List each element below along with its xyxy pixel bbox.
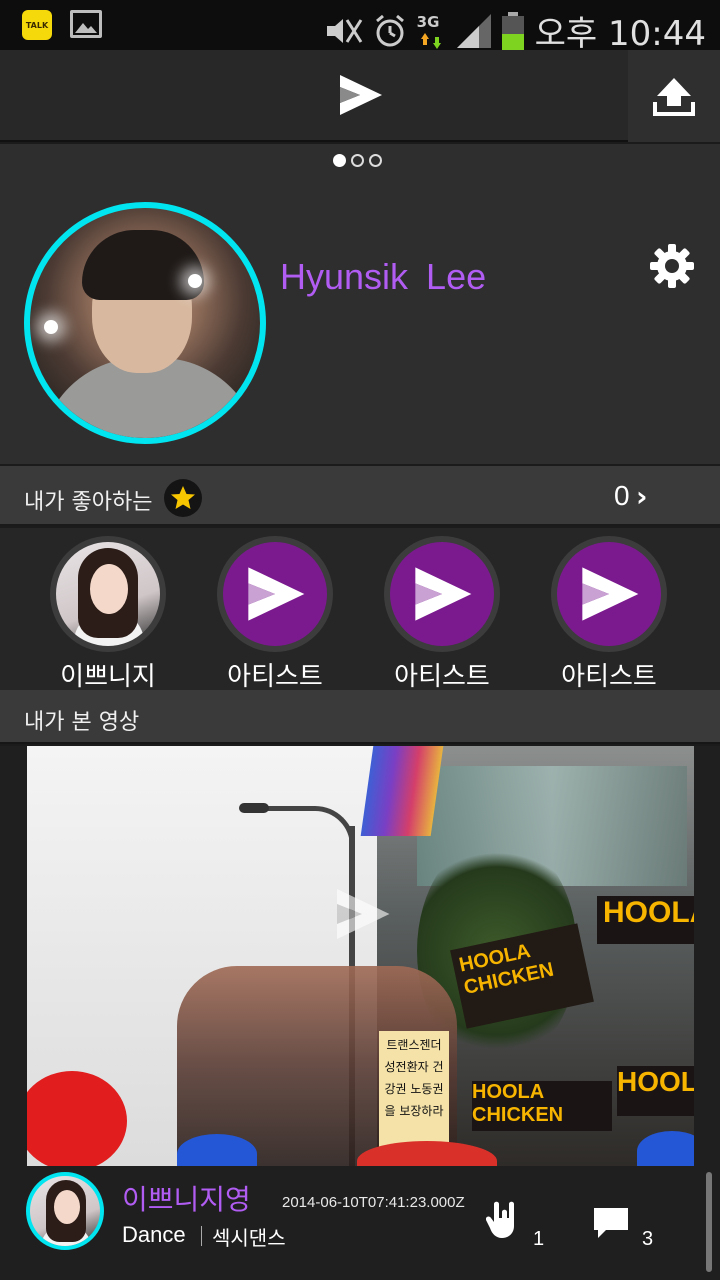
divider xyxy=(201,1226,202,1246)
favorite-item[interactable]: 이쁘니지 xyxy=(48,536,168,693)
thumb-sign: HOOLA xyxy=(617,1066,694,1116)
favorite-label: 아티스트 xyxy=(227,662,323,692)
artist-logo-icon xyxy=(390,542,494,646)
page-dot xyxy=(369,154,382,167)
network-type-icon: 3G xyxy=(417,11,447,51)
favorites-count: 0 xyxy=(614,480,630,511)
app-bar xyxy=(0,50,720,142)
profile-name: Hyunsik Lee xyxy=(280,256,487,297)
uploader-avatar[interactable] xyxy=(26,1172,104,1250)
gallery-icon xyxy=(70,10,102,38)
settings-button[interactable] xyxy=(648,242,696,294)
favorite-item[interactable]: 아티스트 xyxy=(215,536,335,693)
thumb-sign: HOOLA CHICKEN xyxy=(472,1081,612,1131)
comment-button[interactable] xyxy=(592,1206,630,1244)
like-count: 1 xyxy=(533,1228,545,1250)
upload-icon xyxy=(653,78,695,116)
uploader-name[interactable]: 이쁘니지영 xyxy=(122,1178,251,1218)
artist-logo-icon xyxy=(557,542,661,646)
favorite-avatar xyxy=(56,542,160,646)
play-logo-icon[interactable] xyxy=(336,73,384,121)
page-dot xyxy=(351,154,364,167)
comment-count: 3 xyxy=(642,1228,654,1250)
favorite-item[interactable]: 아티스트 xyxy=(382,536,502,693)
page-indicator xyxy=(333,154,382,167)
clock: 오후 10:44 xyxy=(534,14,706,54)
favorite-label: 이쁘니지 xyxy=(60,662,156,692)
scrollbar[interactable] xyxy=(706,1172,712,1272)
favorite-item[interactable]: 아티스트 xyxy=(549,536,669,693)
profile-avatar[interactable] xyxy=(24,202,266,444)
video-date: 2014-06-10T07:41:23.000Z xyxy=(282,1194,465,1211)
watched-title: 내가 본 영상 xyxy=(24,710,140,735)
upload-button[interactable] xyxy=(628,50,720,142)
page-dot-active xyxy=(333,154,346,167)
gear-icon xyxy=(650,244,694,288)
artist-logo-icon xyxy=(223,542,327,646)
thumb-sign: HOOLA xyxy=(597,896,694,944)
video-style: 섹시댄스 xyxy=(212,1226,286,1250)
like-button[interactable] xyxy=(485,1200,524,1244)
rock-hand-icon xyxy=(485,1201,514,1238)
battery-icon xyxy=(501,11,524,50)
network-type-label: 3G xyxy=(416,12,440,31)
alarm-icon xyxy=(375,14,404,46)
play-icon[interactable] xyxy=(332,884,392,948)
watched-header: 내가 본 영상 xyxy=(0,690,720,744)
mute-icon xyxy=(326,18,362,43)
chevron-right-icon[interactable]: › xyxy=(636,480,648,513)
kakaotalk-icon: TALK xyxy=(22,10,52,40)
video-info: 이쁘니지영 2014-06-10T07:41:23.000Z Dance 섹시댄… xyxy=(0,1166,720,1280)
profile-section: Hyunsik Lee xyxy=(0,144,720,464)
star-icon xyxy=(164,479,202,517)
status-bar: TALK 3G 오후 10:44 xyxy=(0,0,720,54)
signal-icon xyxy=(456,13,491,48)
favorite-label: 아티스트 xyxy=(394,662,490,692)
favorites-header[interactable]: 내가 좋아하는 0 › xyxy=(0,466,720,526)
video-thumbnail[interactable]: HOOLA HOOLA CHICKEN HOOLA HOOLA CHICKEN … xyxy=(27,746,694,1166)
favorite-label: 아티스트 xyxy=(561,662,657,692)
favorites-list: 이쁘니지 아티스트 아티스트 아티스트 xyxy=(0,528,720,693)
comment-icon xyxy=(594,1208,628,1238)
video-card[interactable]: HOOLA HOOLA CHICKEN HOOLA HOOLA CHICKEN … xyxy=(0,746,720,1280)
video-category: Dance xyxy=(122,1222,186,1247)
thumb-sign: 트랜스젠더 성전환자 건강권 노동권을 보장하라 xyxy=(379,1031,449,1151)
favorites-title: 내가 좋아하는 xyxy=(24,490,153,515)
